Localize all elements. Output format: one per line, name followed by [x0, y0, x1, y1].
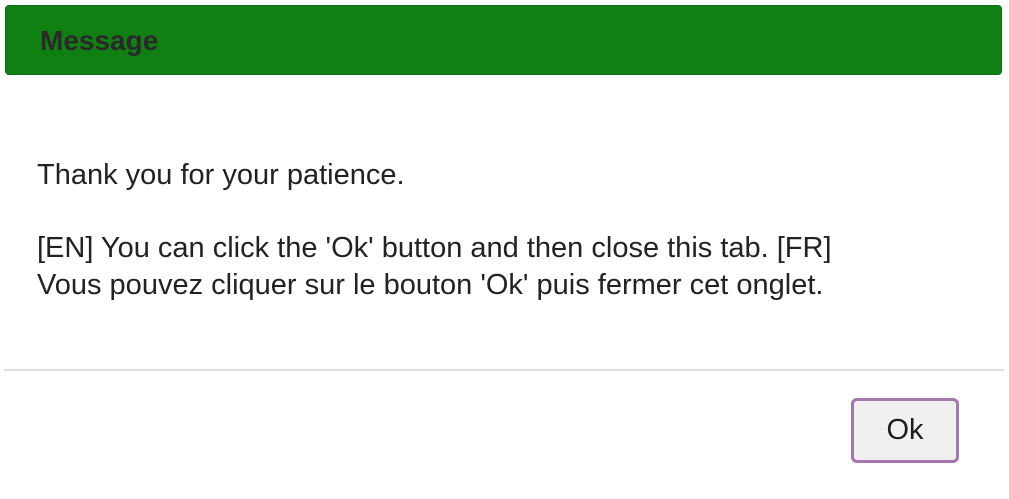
ok-button[interactable]: Ok [851, 398, 959, 463]
footer-divider [4, 369, 1004, 371]
dialog-title: Message [40, 25, 159, 56]
dialog-titlebar: Message [5, 5, 1002, 75]
instruction-en: [EN] You can click the 'Ok' button and t… [37, 232, 832, 264]
instruction-fr: Vous pouvez cliquer sur le bouton 'Ok' p… [37, 269, 824, 301]
message-dialog: Message Thank you for your patience. [EN… [0, 0, 1009, 499]
dialog-body: Thank you for your patience. [EN] You ca… [37, 157, 967, 304]
thank-you-message: Thank you for your patience. [37, 159, 405, 191]
